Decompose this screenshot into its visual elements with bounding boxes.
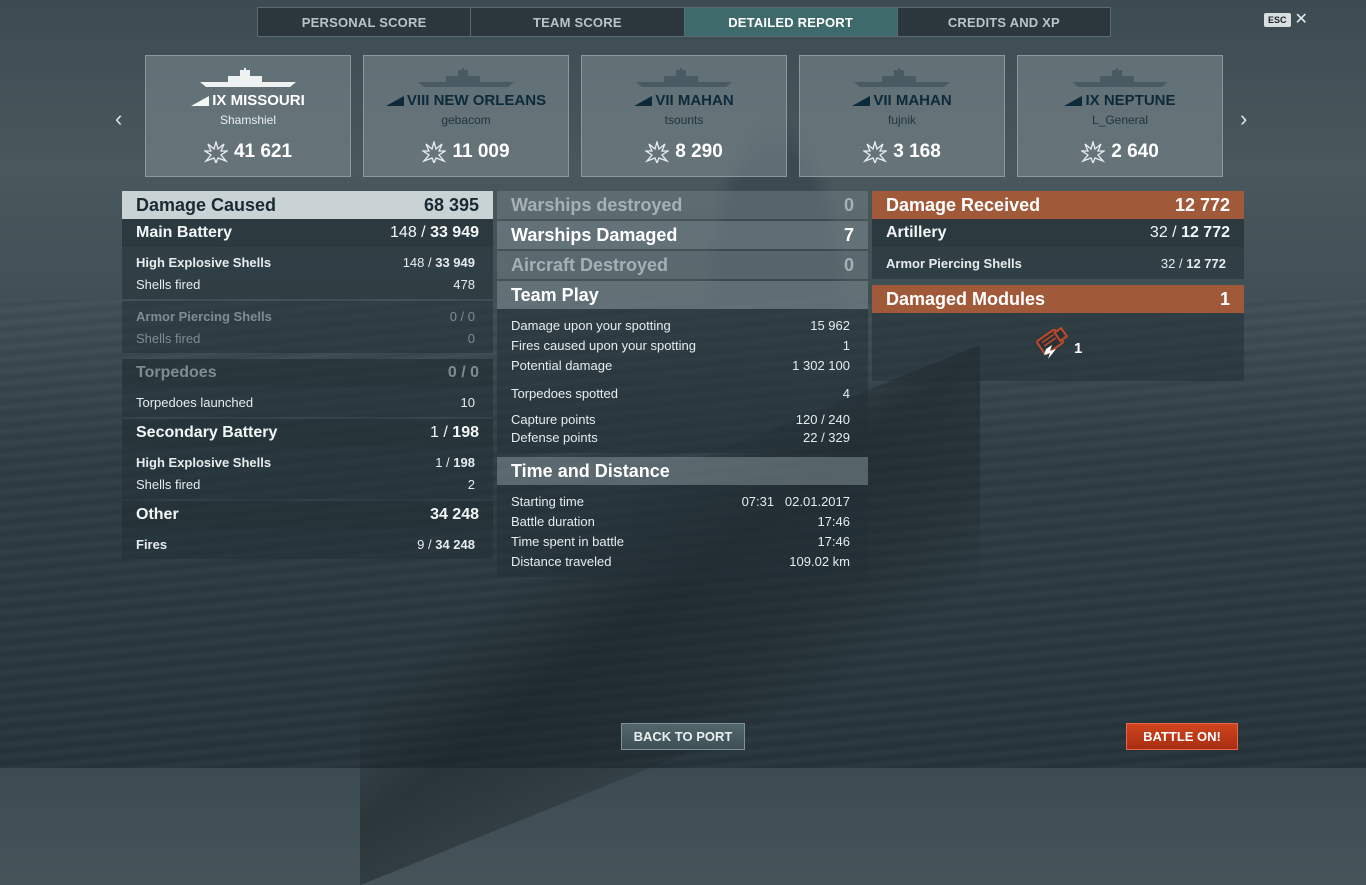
torpedoes-header: Torpedoes 0 / 0 bbox=[122, 359, 493, 387]
tp-row: Defense points 22 / 329 bbox=[511, 429, 850, 445]
back-to-port-button[interactable]: BACK TO PORT bbox=[621, 723, 745, 750]
td-row: Battle duration 17:46 bbox=[511, 513, 850, 529]
player-name: L_General bbox=[1091, 113, 1149, 127]
tp-row: Damage upon your spotting 15 962 bbox=[511, 317, 850, 333]
ship-name: VIII NEW ORLEANS bbox=[364, 92, 568, 109]
player-name: fujnik bbox=[887, 113, 916, 127]
ship-card[interactable]: VIII NEW ORLEANS gebacom 11 009 bbox=[363, 55, 569, 177]
main-ap-row: Armor Piercing Shells 0 / 0 bbox=[136, 308, 475, 324]
damaged-modules-block: 1 bbox=[872, 313, 1244, 381]
main-battery-value: 148 / 33 949 bbox=[390, 224, 479, 241]
tab-bar: PERSONAL SCORE TEAM SCORE DETAILED REPOR… bbox=[257, 7, 1111, 37]
ship-damage: 11 009 bbox=[364, 141, 568, 163]
secondary-battery-header: Secondary Battery 1 / 198 bbox=[122, 419, 493, 447]
team-play-block: Damage upon your spotting 15 962 Fires ca… bbox=[497, 309, 868, 453]
damage-explosion-icon bbox=[1081, 141, 1106, 163]
ship-card[interactable]: VII MAHAN tsounts 8 290 bbox=[581, 55, 787, 177]
artillery-block: Armor Piercing Shells 32 / 12 772 bbox=[872, 247, 1244, 279]
damage-caused-label: Damage Caused bbox=[136, 194, 277, 215]
main-battery-header: Main Battery 148 / 33 949 bbox=[122, 219, 493, 247]
team-play-header: Team Play bbox=[497, 281, 868, 309]
battle-on-button[interactable]: BATTLE ON! bbox=[1126, 723, 1238, 750]
player-name: Shamshiel bbox=[219, 113, 277, 127]
ship-silhouette-icon bbox=[1072, 68, 1168, 87]
player-name: gebacom bbox=[441, 113, 491, 127]
secondary-he-row: High Explosive Shells 1 / 198 bbox=[136, 454, 475, 470]
damage-caused-panel: Damage Caused 68 395 Main Battery 148 / … bbox=[122, 191, 493, 559]
ship-damage: 2 640 bbox=[1018, 141, 1222, 163]
ship-silhouette-icon bbox=[636, 68, 732, 87]
ship-class-icon bbox=[852, 96, 871, 107]
ship-name: IX MISSOURI bbox=[146, 92, 350, 109]
main-he-row: High Explosive Shells 148 / 33 949 bbox=[136, 254, 475, 270]
tp-row: Potential damage 1 302 100 bbox=[511, 357, 850, 373]
tp-row: Torpedoes spotted 4 bbox=[511, 386, 850, 401]
close-icon: ✕ bbox=[1294, 11, 1308, 28]
tab-personal-score[interactable]: PERSONAL SCORE bbox=[258, 8, 472, 36]
ship-silhouette-icon bbox=[418, 68, 514, 87]
aircraft-destroyed-header: Aircraft Destroyed 0 bbox=[497, 251, 868, 279]
fires-row: Fires 9 / 34 248 bbox=[136, 536, 475, 552]
damage-received-header: Damage Received 12 772 bbox=[872, 191, 1244, 219]
td-row: Distance traveled 109.02 km bbox=[511, 553, 850, 569]
ship-class-icon bbox=[634, 96, 653, 107]
main-he-fired-row: Shells fired 478 bbox=[136, 276, 475, 292]
module-count: 1 bbox=[1074, 340, 1083, 357]
main-battery-label: Main Battery bbox=[136, 224, 233, 241]
damage-explosion-icon bbox=[203, 141, 228, 163]
main-battery-ap-block: Armor Piercing Shells 0 / 0 Shells fired 0 bbox=[122, 301, 493, 353]
ship-damage: 3 168 bbox=[800, 141, 1004, 163]
ship-name: VII MAHAN bbox=[582, 92, 786, 109]
ship-class-icon bbox=[1064, 96, 1083, 107]
prev-arrow-icon[interactable]: ‹ bbox=[115, 106, 122, 132]
main-battery-he-block: High Explosive Shells 148 / 33 949 Shell… bbox=[122, 247, 493, 299]
damage-caused-header: Damage Caused 68 395 bbox=[122, 191, 493, 219]
main-ap-fired-row: Shells fired 0 bbox=[136, 330, 475, 346]
damage-explosion-icon bbox=[422, 141, 447, 163]
td-row: Starting time 07:31 02.01.2017 bbox=[511, 493, 850, 509]
damage-received-panel: Damage Received 12 772 Artillery 32 / 12 … bbox=[872, 191, 1244, 381]
close-button[interactable]: ESC ✕ bbox=[1264, 11, 1308, 28]
ship-name: IX NEPTUNE bbox=[1018, 92, 1222, 109]
warships-destroyed-header: Warships destroyed 0 bbox=[497, 191, 868, 219]
ship-damage: 8 290 bbox=[582, 141, 786, 163]
artillery-header: Artillery 32 / 12 772 bbox=[872, 219, 1244, 247]
esc-key-label: ESC bbox=[1264, 13, 1291, 27]
tab-team-score[interactable]: TEAM SCORE bbox=[471, 8, 685, 36]
ship-card[interactable]: VII MAHAN fujnik 3 168 bbox=[799, 55, 1005, 177]
player-name: tsounts bbox=[664, 113, 704, 127]
broken-module-icon bbox=[1036, 326, 1069, 359]
tp-row: Fires caused upon your spotting 1 bbox=[511, 337, 850, 353]
ship-card[interactable]: IX NEPTUNE L_General 2 640 bbox=[1017, 55, 1223, 177]
damaged-modules-header: Damaged Modules 1 bbox=[872, 285, 1244, 313]
tab-detailed-report[interactable]: DETAILED REPORT bbox=[684, 8, 898, 36]
damage-explosion-icon bbox=[863, 141, 888, 163]
warships-damaged-header: Warships Damaged 7 bbox=[497, 221, 868, 249]
ship-class-icon bbox=[385, 96, 404, 107]
tab-credits-xp[interactable]: CREDITS AND XP bbox=[898, 8, 1110, 36]
damage-explosion-icon bbox=[645, 141, 670, 163]
torpedoes-launched-row: Torpedoes launched 10 bbox=[136, 394, 475, 410]
ship-damage: 41 621 bbox=[146, 141, 350, 163]
secondary-battery-block: High Explosive Shells 1 / 198 Shells fir… bbox=[122, 447, 493, 499]
ship-class-icon bbox=[191, 96, 210, 107]
secondary-fired-row: Shells fired 2 bbox=[136, 476, 475, 492]
module-item: 1 bbox=[1032, 325, 1082, 361]
damage-caused-value: 68 395 bbox=[423, 194, 479, 215]
next-arrow-icon[interactable]: › bbox=[1240, 106, 1247, 132]
tp-row: Capture points 120 / 240 bbox=[511, 412, 850, 427]
time-distance-block: Starting time 07:31 02.01.2017 Battle dur… bbox=[497, 485, 868, 577]
torpedoes-block: Torpedoes launched 10 bbox=[122, 387, 493, 417]
ship-silhouette-icon bbox=[200, 68, 296, 87]
ship-silhouette-icon bbox=[854, 68, 950, 87]
other-block: Fires 9 / 34 248 bbox=[122, 529, 493, 559]
other-header: Other 34 248 bbox=[122, 501, 493, 529]
received-ap-row: Armor Piercing Shells 32 / 12 772 bbox=[886, 255, 1226, 271]
ship-card[interactable]: IX MISSOURI Shamshiel 41 621 bbox=[145, 55, 351, 177]
td-row: Time spent in battle 17:46 bbox=[511, 533, 850, 549]
kills-teamplay-panel: Warships destroyed 0 Warships Damaged 7 Ai… bbox=[497, 191, 868, 577]
ship-name: VII MAHAN bbox=[800, 92, 1004, 109]
time-distance-header: Time and Distance bbox=[497, 457, 868, 485]
